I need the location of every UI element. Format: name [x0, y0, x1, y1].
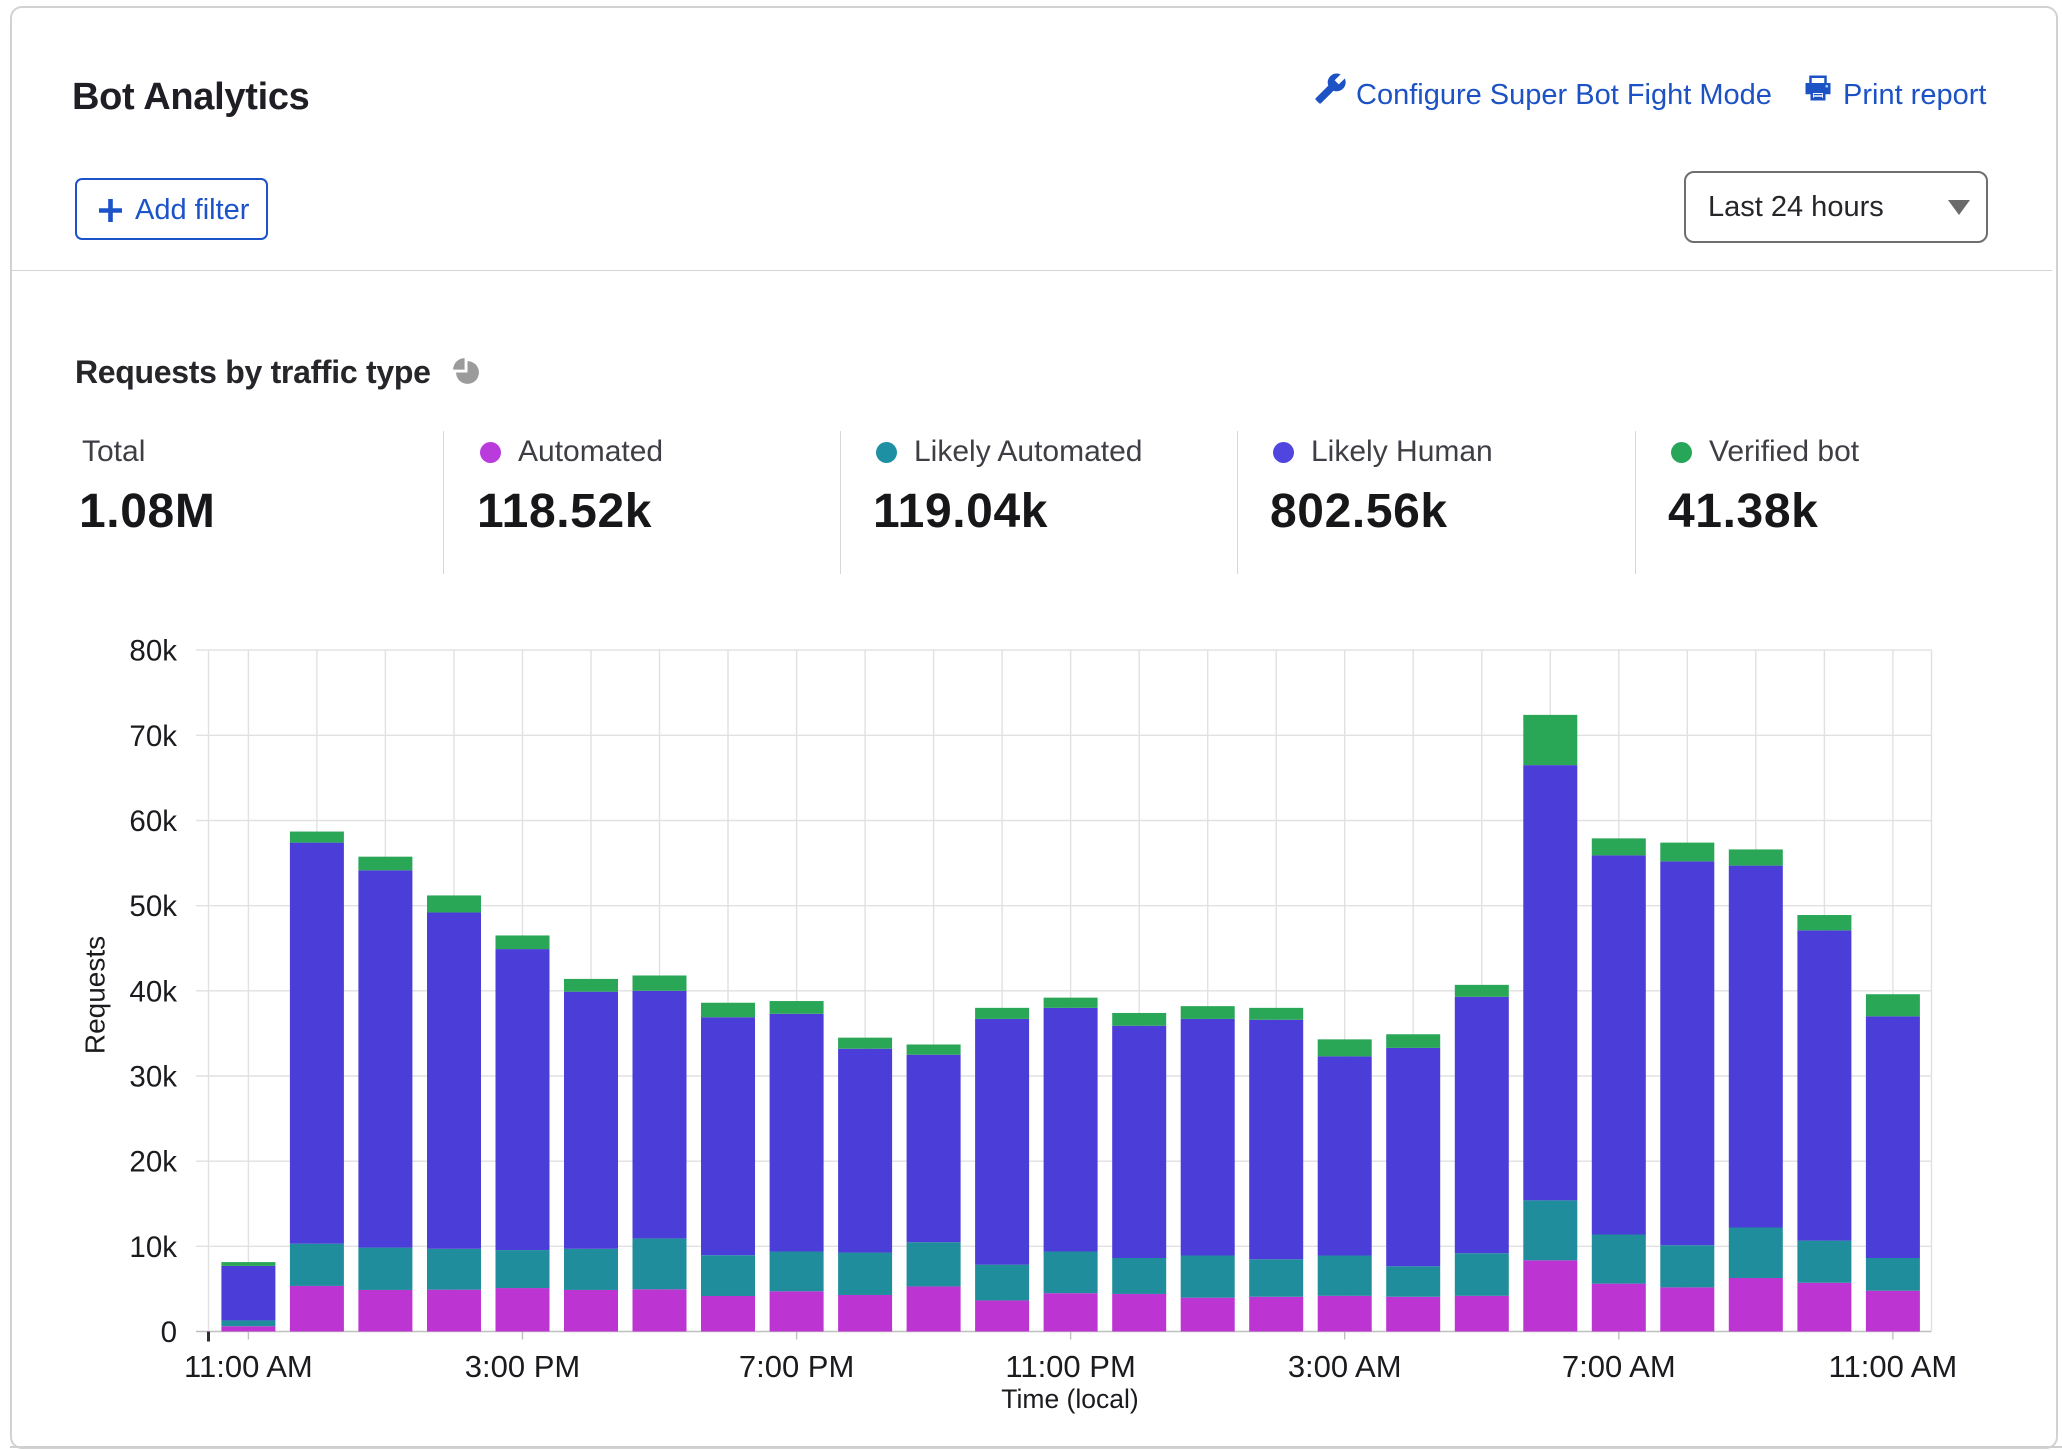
- svg-text:11:00 AM: 11:00 AM: [184, 1349, 313, 1384]
- svg-text:Requests: Requests: [80, 936, 111, 1054]
- svg-text:0: 0: [161, 1316, 177, 1349]
- svg-text:Time (local): Time (local): [1001, 1384, 1138, 1414]
- svg-text:60k: 60k: [129, 805, 177, 838]
- svg-text:70k: 70k: [129, 720, 177, 753]
- svg-text:40k: 40k: [129, 975, 177, 1008]
- svg-text:11:00 PM: 11:00 PM: [1005, 1349, 1135, 1384]
- svg-text:7:00 AM: 7:00 AM: [1562, 1349, 1676, 1384]
- svg-text:20k: 20k: [129, 1146, 177, 1179]
- svg-text:3:00 PM: 3:00 PM: [465, 1349, 580, 1384]
- svg-text:3:00 AM: 3:00 AM: [1288, 1349, 1402, 1384]
- svg-text:7:00 PM: 7:00 PM: [739, 1349, 854, 1384]
- svg-text:11:00 AM: 11:00 AM: [1829, 1349, 1958, 1384]
- svg-text:80k: 80k: [129, 635, 177, 668]
- svg-text:30k: 30k: [129, 1061, 177, 1094]
- svg-text:10k: 10k: [129, 1231, 177, 1264]
- svg-text:50k: 50k: [129, 890, 177, 923]
